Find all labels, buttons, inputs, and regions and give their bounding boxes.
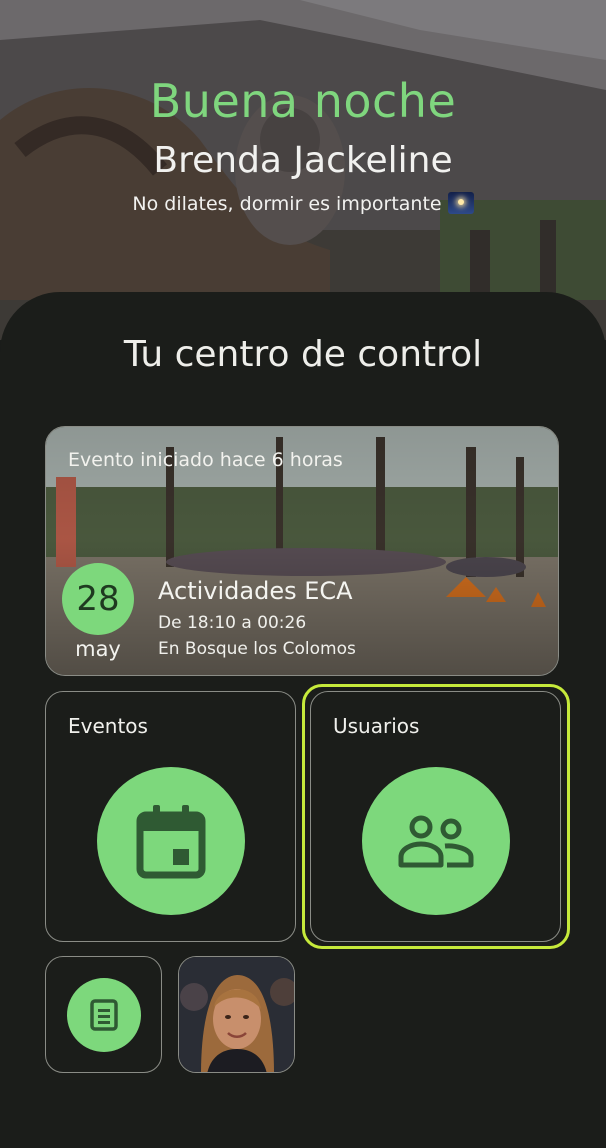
- event-place: En Bosque los Colomos: [158, 639, 356, 659]
- events-tile[interactable]: Eventos: [45, 691, 296, 942]
- greeting-text: Buena noche: [149, 74, 457, 128]
- events-icon-circle: [97, 767, 245, 915]
- users-icon-circle: [362, 767, 510, 915]
- documents-tile[interactable]: [45, 956, 162, 1073]
- sleep-message: No dilates, dormir es importante: [0, 192, 606, 215]
- users-tile-label: Usuarios: [333, 714, 420, 738]
- calendar-icon: [136, 805, 206, 879]
- people-icon: [398, 815, 474, 868]
- user-name: Brenda Jackeline: [153, 140, 453, 181]
- profile-avatar-tile[interactable]: [178, 956, 295, 1073]
- event-day-badge: 28: [62, 563, 134, 635]
- night-sky-icon: [447, 192, 474, 214]
- profile-photo: [179, 957, 294, 1072]
- app-screen: Buena noche Brenda Jackeline No dilates,…: [0, 0, 606, 1148]
- document-icon: [90, 999, 118, 1031]
- events-tile-label: Eventos: [68, 714, 148, 738]
- event-month: may: [75, 637, 121, 661]
- event-name: Actividades ECA: [158, 577, 353, 605]
- event-time: De 18:10 a 00:26: [158, 613, 307, 633]
- event-status: Evento iniciado hace 6 horas: [68, 449, 343, 471]
- current-event-card[interactable]: Evento iniciado hace 6 horas 28 may Acti…: [45, 426, 559, 676]
- sleep-message-text: No dilates, dormir es importante: [132, 193, 442, 215]
- users-tile[interactable]: Usuarios: [310, 691, 561, 942]
- documents-icon-circle: [67, 978, 141, 1052]
- panel-title: Tu centro de control: [123, 334, 483, 375]
